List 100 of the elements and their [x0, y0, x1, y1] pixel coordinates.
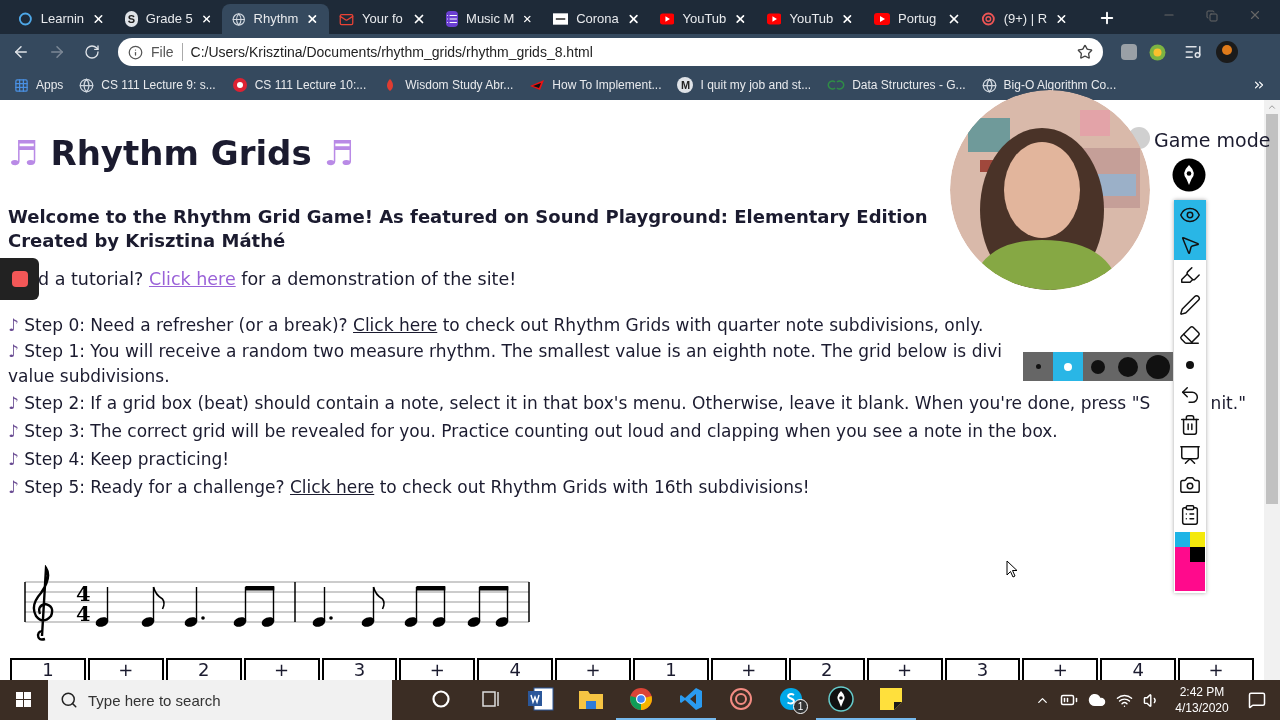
stop-recording-button[interactable]: [0, 258, 39, 300]
note-marker: ♪: [8, 340, 20, 363]
browser-tab[interactable]: YouTub: [650, 4, 757, 34]
dot-icon[interactable]: [1186, 361, 1194, 369]
close-icon[interactable]: [412, 12, 426, 26]
word-document-icon[interactable]: [528, 687, 554, 711]
globe-icon: [79, 77, 95, 93]
bookmark-label: Data Structures - G...: [852, 77, 966, 94]
reload-icon[interactable]: [84, 44, 100, 60]
browser-tab[interactable]: S Grade 5: [115, 4, 222, 34]
stop-icon: [11, 271, 28, 287]
close-icon[interactable]: [200, 12, 212, 26]
color-swatch[interactable]: [1190, 532, 1205, 547]
bookmark[interactable]: Data Structures - G...: [827, 76, 966, 94]
step-text: Step 3: The correct grid will be revealed for you. Practice counting out loud and clapping when you see a note in the box.: [24, 420, 1058, 443]
bookmark[interactable]: Big-O Algorithm Co...: [981, 76, 1117, 94]
bookmark-label: Wisdom Study Abr...: [405, 77, 514, 94]
browser-tab[interactable]: Corona: [543, 4, 650, 34]
spiral-icon[interactable]: [729, 687, 753, 711]
step-text: to check out Rhythm Grids with 16th subdivisions!: [378, 476, 810, 499]
task-view-icon[interactable]: [480, 689, 502, 709]
cortana-ring-icon[interactable]: [431, 689, 451, 709]
color-swatch[interactable]: [1175, 532, 1190, 547]
bookmark-label: CS 111 Lecture 10:...: [254, 77, 367, 94]
clock-time[interactable]: 2:42 PM: [1179, 684, 1225, 700]
bookmark[interactable]: Wisdom Study Abr...: [382, 76, 514, 94]
apps-icon: [14, 77, 29, 93]
globe-icon: [232, 11, 246, 27]
letter-icon: M: [677, 77, 694, 93]
bookmark[interactable]: Apps: [14, 76, 64, 94]
info-icon[interactable]: [128, 44, 143, 60]
browser-tab[interactable]: Rhythm: [222, 4, 329, 34]
bookmark[interactable]: CS 111 Lecture 9: s...: [79, 76, 216, 94]
close-icon[interactable]: [734, 12, 747, 26]
star-icon[interactable]: [1077, 44, 1093, 60]
intro-text: Created by Krisztina Máthé: [8, 229, 286, 253]
search-field[interactable]: Type here to search: [48, 680, 392, 720]
tab-title: Corona: [576, 10, 619, 29]
bookmark[interactable]: How To Implement...: [529, 76, 662, 94]
more-bookmarks-icon[interactable]: [1252, 78, 1266, 92]
wing-icon: [529, 77, 546, 93]
browser-tab[interactable]: Portug: [864, 4, 971, 34]
step-text: to check out Rhythm Grids with quarter note subdivisions, only.: [441, 314, 984, 337]
note-marker: ♪: [8, 420, 20, 443]
bookmark[interactable]: M I quit my job and st...: [677, 76, 812, 94]
box-icon: [553, 11, 569, 27]
back-icon[interactable]: [12, 43, 30, 61]
link[interactable]: Click here: [149, 269, 236, 289]
letter-icon: S: [125, 11, 138, 27]
color-swatch[interactable]: [1190, 547, 1205, 562]
video-play-icon: [767, 13, 782, 25]
color-swatch[interactable]: [1175, 547, 1205, 591]
bookmark[interactable]: CS 111 Lecture 10:...: [231, 76, 367, 94]
tab-title: Learnin: [40, 10, 85, 29]
globe-icon: [981, 77, 997, 93]
link[interactable]: Click here: [290, 473, 375, 501]
notifications-icon[interactable]: [1248, 691, 1266, 709]
tab-title: YouTub: [682, 10, 727, 29]
ring-icon: [18, 11, 33, 27]
forward-icon[interactable]: [48, 43, 66, 61]
tab-title: Music M: [466, 10, 515, 29]
close-icon[interactable]: [1055, 12, 1068, 26]
sheet-music-drawing: 4 4: [21, 565, 533, 645]
url-text: C:/Users/Krisztina/Documents/rhythm_grids/rhythm_grids_8.html: [190, 42, 594, 62]
mail-icon: [339, 11, 354, 27]
step-text: nit.": [1210, 392, 1246, 415]
clock-date[interactable]: 4/13/2020: [1175, 700, 1229, 716]
close-icon[interactable]: [92, 12, 105, 26]
browser-tab[interactable]: (9+) | R: [971, 4, 1078, 34]
burst-icon: [231, 77, 248, 93]
browser-tab[interactable]: Music M: [436, 4, 543, 34]
close-icon[interactable]: [947, 12, 961, 26]
cloud-icon[interactable]: [1088, 691, 1106, 709]
code-editor-icon[interactable]: [679, 687, 703, 711]
search-icon: [60, 691, 78, 709]
browser-tab[interactable]: Your fo: [329, 4, 436, 34]
new-tab-icon[interactable]: [1098, 9, 1116, 27]
step-text: Step 5: Ready for a challenge?: [24, 476, 286, 499]
avatar-icon[interactable]: [1216, 41, 1238, 63]
browser-tab[interactable]: YouTub: [757, 4, 864, 34]
step-text: Step 1: You will receive a random two measure rhythm. The smallest value is an eighth note. The grid below is divi: [24, 340, 1002, 363]
close-icon[interactable]: [306, 12, 319, 26]
folder-icon[interactable]: [578, 688, 604, 710]
round-extension-icon[interactable]: [1149, 43, 1166, 61]
close-icon[interactable]: [841, 12, 854, 26]
step-text: for a demonstration of the site!: [240, 269, 517, 289]
bookmark-label: Apps: [36, 77, 64, 94]
tab-title: (9+) | R: [1003, 10, 1048, 29]
sticky-note-icon[interactable]: [880, 688, 902, 710]
link[interactable]: Click here: [353, 311, 438, 339]
browser-tab[interactable]: Learnin: [8, 4, 115, 34]
color-palette[interactable]: [1175, 532, 1205, 591]
pen-nib-logo-icon[interactable]: [1172, 158, 1206, 192]
chrome-icon[interactable]: [629, 687, 653, 711]
toggle-label: Game mode: [1154, 128, 1271, 153]
bookmark-label: Big-O Algorithm Co...: [1003, 77, 1117, 94]
bookmark-label: I quit my job and st...: [700, 77, 812, 94]
media-icon[interactable]: [1184, 43, 1202, 61]
address-bar[interactable]: File C:/Users/Krisztina/Documents/rhythm_grids/rhythm_grids_8.html: [118, 38, 1103, 66]
pen-nib-icon[interactable]: [828, 686, 854, 712]
